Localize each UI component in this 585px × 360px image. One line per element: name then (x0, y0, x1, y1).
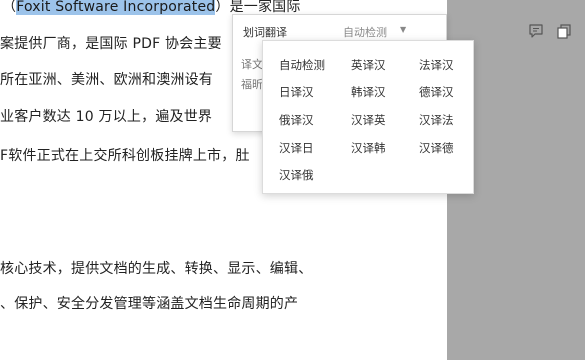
selected-text[interactable]: Foxit Software Incorporated (16, 0, 216, 15)
doc-line-6: 核心技术，提供文档的生成、转换、显示、编辑、 (0, 261, 313, 277)
option-fr-zh[interactable]: 法译汉 (419, 57, 454, 73)
option-zh-ko[interactable]: 汉译韩 (351, 140, 386, 156)
translate-popup-title: 划词翻译 (243, 26, 287, 39)
translate-popup-body: 译文 福昕 (241, 55, 263, 95)
translation-label: 译文 (241, 58, 263, 71)
option-zh-ja[interactable]: 汉译日 (279, 140, 314, 156)
translation-text: 福昕 (241, 78, 263, 91)
option-zh-en[interactable]: 汉译英 (351, 112, 386, 128)
language-dropdown: 自动检测 英译汉 法译汉 日译汉 韩译汉 德译汉 俄译汉 汉译英 汉译法 汉译日… (262, 40, 474, 194)
option-zh-fr[interactable]: 汉译法 (419, 112, 454, 128)
option-en-zh[interactable]: 英译汉 (351, 57, 386, 73)
language-select[interactable]: 自动检测 (343, 24, 387, 40)
option-zh-ru[interactable]: 汉译俄 (279, 167, 314, 183)
option-ru-zh[interactable]: 俄译汉 (279, 112, 314, 128)
doc-line-5: F软件正式在上交所科创板挂牌上市，肚 (0, 148, 250, 164)
doc-line-1-prefix: （ (2, 0, 17, 15)
copy-icon[interactable] (555, 22, 573, 40)
option-de-zh[interactable]: 德译汉 (419, 84, 454, 100)
comment-icon[interactable] (527, 22, 545, 40)
doc-line-2: 案提供厂商，是国际 PDF 协会主要 (0, 36, 222, 52)
doc-line-1-suffix: ）是一家国际 (215, 0, 301, 15)
chevron-down-icon[interactable]: ▼ (400, 25, 406, 34)
option-ko-zh[interactable]: 韩译汉 (351, 84, 386, 100)
doc-line-3: 所在亚洲、美洲、欧洲和澳洲设有 (0, 72, 213, 88)
option-zh-de[interactable]: 汉译德 (419, 140, 454, 156)
option-auto-detect[interactable]: 自动检测 (279, 57, 325, 73)
option-ja-zh[interactable]: 日译汉 (279, 84, 314, 100)
doc-line-7: 、保护、安全分发管理等涵盖文档生命周期的产 (0, 296, 299, 312)
doc-line-4: 业客户数达 10 万以上，遍及世界 (0, 109, 213, 125)
